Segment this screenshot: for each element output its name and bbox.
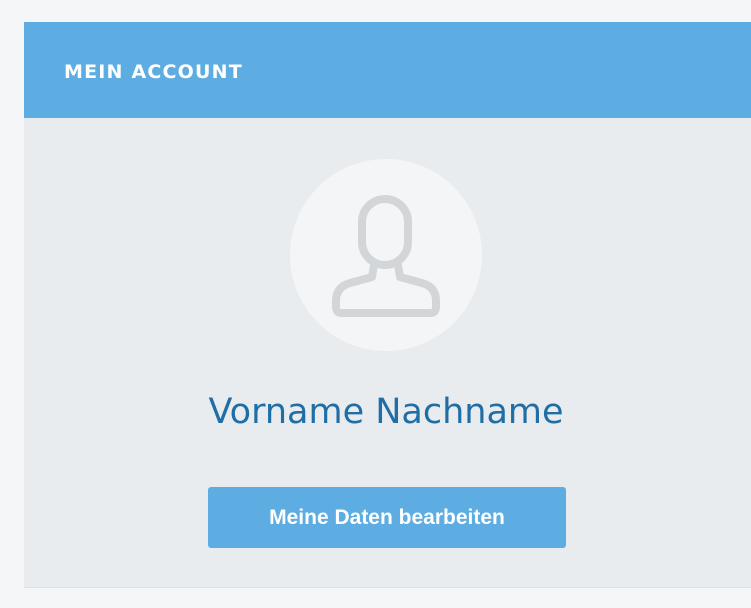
card-header: MEIN ACCOUNT	[24, 22, 751, 118]
card-title: MEIN ACCOUNT	[64, 60, 243, 83]
avatar	[290, 159, 482, 351]
user-silhouette-icon	[332, 195, 440, 317]
edit-profile-button[interactable]: Meine Daten bearbeiten	[208, 487, 566, 548]
account-card: MEIN ACCOUNT Vorname Nachname Meine Date…	[24, 22, 751, 588]
user-name: Vorname Nachname	[208, 392, 564, 432]
